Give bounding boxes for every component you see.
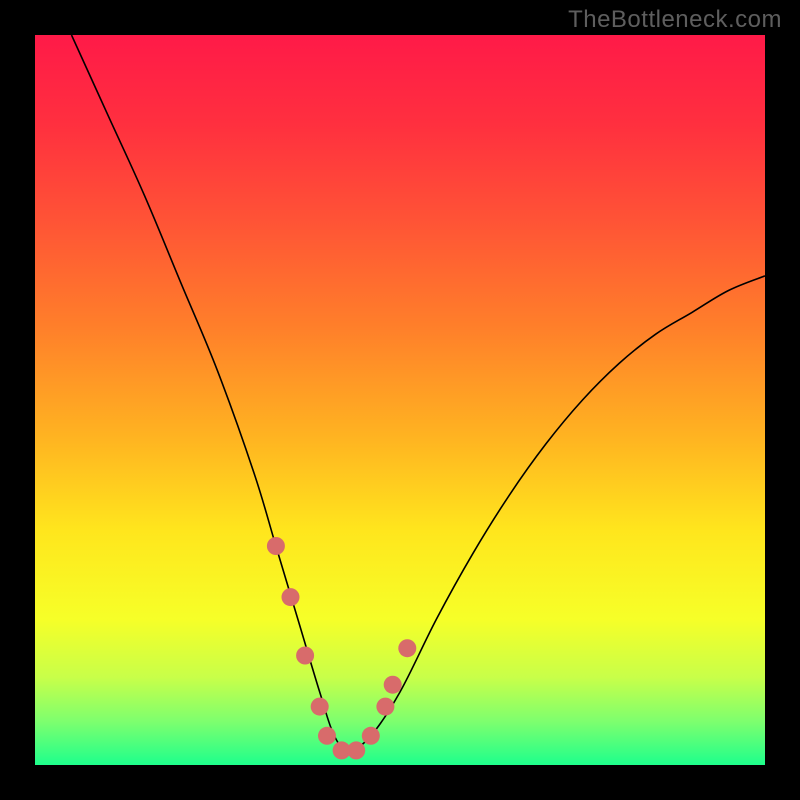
highlight-dot <box>398 639 416 657</box>
highlight-dot <box>347 741 365 759</box>
chart-frame: TheBottleneck.com <box>0 0 800 800</box>
chart-svg <box>35 35 765 765</box>
highlight-dot <box>318 727 336 745</box>
highlight-dot <box>362 727 380 745</box>
highlight-dot <box>267 537 285 555</box>
watermark-label: TheBottleneck.com <box>568 6 782 34</box>
highlight-dot <box>384 676 402 694</box>
highlight-dot <box>311 698 329 716</box>
highlight-dot <box>296 647 314 665</box>
chart-background <box>35 35 765 765</box>
highlight-dot <box>376 698 394 716</box>
highlight-dot <box>282 588 300 606</box>
